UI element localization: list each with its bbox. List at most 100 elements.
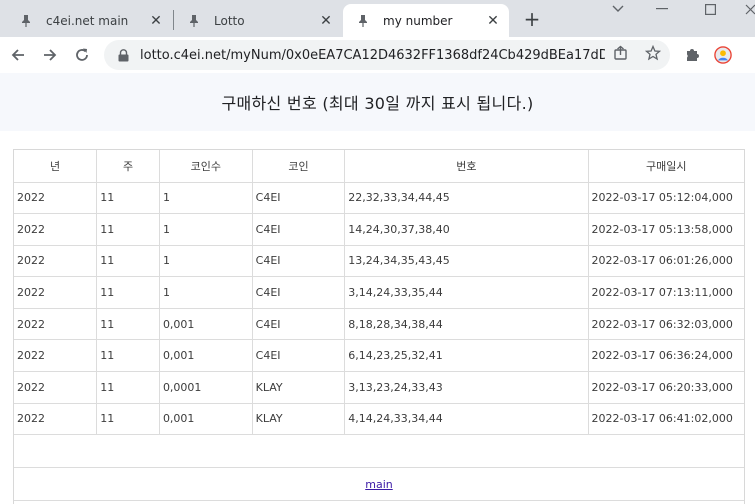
cell-coin-amount: 1 [159,276,253,309]
tab-title: my number [383,13,453,28]
cell-numbers: 22,32,33,34,44,45 [344,182,589,215]
cell-coin: KLAY [252,371,346,404]
cell-purchase-time: 2022-03-17 06:32:03,000 [588,308,744,341]
table-row: 2022 11 1 C4EI 22,32,33,34,44,45 2022-03… [14,182,744,215]
page-title: 구매하신 번호 (최대 30일 까지 표시 됩니다.) [221,94,534,113]
cell-year: 2022 [14,308,98,341]
cell-year: 2022 [14,371,98,404]
cell-purchase-time: 2022-03-17 06:36:24,000 [588,339,744,373]
cell-numbers: 8,18,28,34,38,44 [344,308,589,341]
arrow-left-icon [11,49,24,61]
table-row: 2022 11 1 C4EI 3,14,24,33,35,44 2022-03-… [14,276,744,309]
extensions-puzzle-icon[interactable] [683,46,701,64]
cell-coin: C4EI [252,213,346,246]
table-row: 2022 11 0,001 C4EI 8,18,28,34,38,44 2022… [14,308,744,341]
tab-title: Lotto [214,13,245,28]
cell-numbers: 13,24,34,35,43,45 [344,245,589,278]
cell-week: 11 [96,182,160,215]
tab-separator [173,10,174,30]
cell-year: 2022 [14,276,98,309]
close-icon[interactable]: ✕ [148,13,164,29]
cell-purchase-time: 2022-03-17 06:20:33,000 [588,371,744,404]
cell-numbers: 6,14,23,25,32,41 [344,339,589,373]
cell-coin-amount: 0,0001 [159,371,253,404]
column-header-coin-amount: 코인수 [159,150,253,183]
main-link[interactable]: main [365,478,392,491]
cell-week: 11 [96,245,160,278]
pin-icon [186,13,202,29]
cell-coin-amount: 1 [159,213,253,246]
cell-purchase-time: 2022-03-17 05:12:04,000 [588,182,744,215]
column-header-week: 주 [96,150,160,183]
window-close-icon[interactable] [730,0,755,18]
tab-search-icon[interactable] [598,0,638,18]
purchase-table: 년 주 코인수 코인 번호 구매일시 2022 11 1 C4EI 22,32,… [14,150,744,436]
table-row: 2022 11 0,001 C4EI 6,14,23,25,32,41 2022… [14,339,744,373]
tab-strip: c4ei.net main ✕ Lotto ✕ my number ✕ + [0,0,755,37]
cell-year: 2022 [14,182,98,215]
cell-week: 11 [96,308,160,341]
cell-purchase-time: 2022-03-17 06:01:26,000 [588,245,744,278]
column-header-year: 년 [14,150,98,183]
table-footer: main [14,469,744,501]
cell-numbers: 3,13,23,24,33,43 [344,371,589,404]
arrow-right-icon [44,49,57,61]
table-row: 2022 11 1 C4EI 14,24,30,37,38,40 2022-03… [14,213,744,246]
profile-avatar-icon[interactable] [714,46,732,64]
maximize-icon[interactable] [690,0,730,18]
new-tab-button[interactable]: + [522,7,542,31]
cell-week: 11 [96,339,160,373]
table-row: 2022 11 0,0001 KLAY 3,13,23,24,33,43 202… [14,371,744,404]
tab-title: c4ei.net main [46,13,129,28]
cell-week: 11 [96,403,160,436]
cell-year: 2022 [14,245,98,278]
cell-purchase-time: 2022-03-17 06:41:02,000 [588,403,744,436]
purchase-table-container: 년 주 코인수 코인 번호 구매일시 2022 11 1 C4EI 22,32,… [13,149,745,504]
url-text[interactable]: lotto.c4ei.net/myNum/0x0eEA7CA12D4632FF1… [140,48,605,63]
share-icon[interactable] [612,44,630,62]
pin-icon [18,13,34,29]
address-bar[interactable]: lotto.c4ei.net/myNum/0x0eEA7CA12D4632FF1… [104,40,670,70]
cell-coin: KLAY [252,403,346,436]
cell-coin: C4EI [252,276,346,309]
table-row: 2022 11 1 C4EI 13,24,34,35,43,45 2022-03… [14,245,744,278]
cell-coin: C4EI [252,308,346,341]
cell-numbers: 3,14,24,33,35,44 [344,276,589,309]
table-header-row: 년 주 코인수 코인 번호 구매일시 [14,150,744,183]
cell-coin: C4EI [252,245,346,278]
tab-my-number[interactable]: my number ✕ [343,4,509,37]
reload-button[interactable] [68,41,96,69]
back-button[interactable] [4,41,32,69]
cell-week: 11 [96,213,160,246]
column-header-numbers: 번호 [344,150,589,183]
cell-numbers: 4,14,24,33,34,44 [344,403,589,436]
cell-year: 2022 [14,403,98,436]
minimize-icon[interactable] [642,0,682,18]
table-row: 2022 11 0,001 KLAY 4,14,24,33,34,44 2022… [14,403,744,436]
cell-week: 11 [96,371,160,404]
cell-coin-amount: 0,001 [159,308,253,341]
cell-coin-amount: 1 [159,245,253,278]
browser-toolbar: lotto.c4ei.net/myNum/0x0eEA7CA12D4632FF1… [0,37,755,73]
cell-purchase-time: 2022-03-17 07:13:11,000 [588,276,744,309]
cell-week: 11 [96,276,160,309]
cell-year: 2022 [14,339,98,373]
tab-lotto[interactable]: Lotto ✕ [178,4,340,37]
forward-button[interactable] [36,41,64,69]
lock-icon[interactable] [116,48,130,62]
cell-numbers: 14,24,30,37,38,40 [344,213,589,246]
close-icon[interactable]: ✕ [485,13,501,29]
bookmark-star-icon[interactable] [644,44,662,62]
reload-icon [76,48,88,61]
cell-coin: C4EI [252,182,346,215]
column-header-coin: 코인 [252,150,346,183]
page-header: 구매하신 번호 (최대 30일 까지 표시 됩니다.) [0,73,755,131]
cell-year: 2022 [14,213,98,246]
table-spacer-row [14,436,744,468]
pin-icon [355,13,371,29]
cell-coin: C4EI [252,339,346,373]
close-icon[interactable]: ✕ [318,13,334,29]
tab-c4ei-main[interactable]: c4ei.net main ✕ [10,4,170,37]
cell-coin-amount: 1 [159,182,253,215]
column-header-purchase-time: 구매일시 [588,150,744,183]
